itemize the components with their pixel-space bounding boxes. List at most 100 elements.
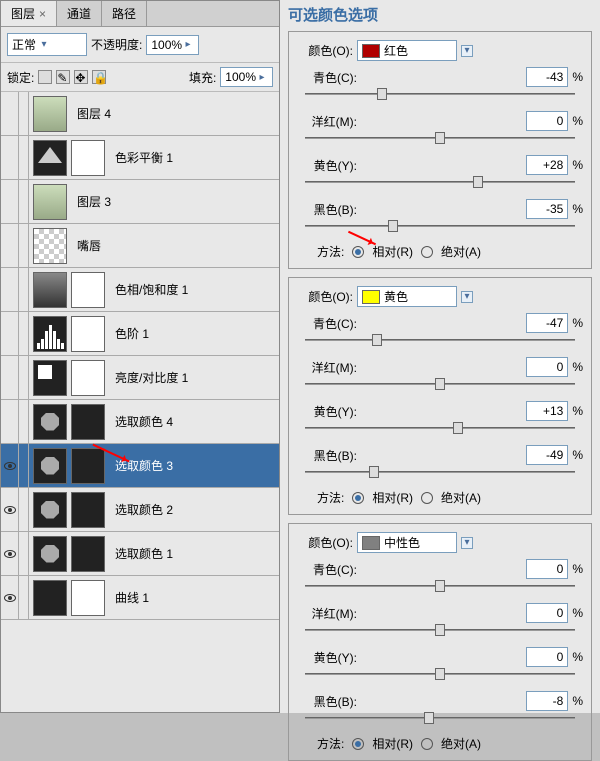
cyan-value-input[interactable] <box>526 67 568 87</box>
black-value-input[interactable] <box>526 445 568 465</box>
opacity-input[interactable]: 100%▸ <box>146 35 199 55</box>
lock-position-icon[interactable]: ✥ <box>74 70 88 84</box>
close-icon[interactable]: × <box>39 7 46 21</box>
layer-thumb[interactable] <box>33 96 67 132</box>
layer-name[interactable]: 图层 4 <box>71 105 111 122</box>
layer-thumb[interactable] <box>33 404 67 440</box>
visibility-toggle[interactable] <box>1 576 19 620</box>
visibility-toggle[interactable] <box>1 92 19 136</box>
mask-thumb[interactable] <box>71 448 105 484</box>
magenta-slider[interactable] <box>305 131 575 145</box>
slider-handle[interactable] <box>435 132 445 144</box>
yellow-value-input[interactable] <box>526 647 568 667</box>
black-value-input[interactable] <box>526 691 568 711</box>
relative-radio[interactable] <box>352 492 364 504</box>
slider-handle[interactable] <box>435 624 445 636</box>
cyan-slider[interactable] <box>305 333 575 347</box>
mask-thumb[interactable] <box>71 404 105 440</box>
tab-layers[interactable]: 图层× <box>1 1 57 26</box>
blend-mode-select[interactable]: 正常 ▾ <box>7 33 87 56</box>
visibility-toggle[interactable] <box>1 532 19 576</box>
yellow-slider[interactable] <box>305 421 575 435</box>
color-dropdown[interactable]: 中性色 <box>357 532 457 553</box>
magenta-value-input[interactable] <box>526 357 568 377</box>
layer-row[interactable]: 图层 4 <box>1 92 279 136</box>
black-slider[interactable] <box>305 219 575 233</box>
lock-transparency-icon[interactable] <box>38 70 52 84</box>
visibility-toggle[interactable] <box>1 400 19 444</box>
layer-name[interactable]: 色阶 1 <box>109 325 149 342</box>
layer-thumb[interactable] <box>33 228 67 264</box>
cyan-value-input[interactable] <box>526 313 568 333</box>
layer-thumb[interactable] <box>33 272 67 308</box>
layer-name[interactable]: 色彩平衡 1 <box>109 149 173 166</box>
layer-name[interactable]: 图层 3 <box>71 193 111 210</box>
tab-channels[interactable]: 通道 <box>57 1 102 26</box>
mask-thumb[interactable] <box>71 316 105 352</box>
layer-row[interactable]: 曲线 1 <box>1 576 279 620</box>
magenta-slider[interactable] <box>305 623 575 637</box>
layer-name[interactable]: 选取颜色 4 <box>109 413 173 430</box>
yellow-slider[interactable] <box>305 175 575 189</box>
yellow-slider[interactable] <box>305 667 575 681</box>
color-dropdown[interactable]: 红色 <box>357 40 457 61</box>
fill-input[interactable]: 100%▸ <box>220 67 273 87</box>
layer-name[interactable]: 选取颜色 2 <box>109 501 173 518</box>
layer-thumb[interactable] <box>33 360 67 396</box>
layer-name[interactable]: 亮度/对比度 1 <box>109 369 188 386</box>
absolute-radio[interactable] <box>421 246 433 258</box>
layer-row[interactable]: 选取颜色 1 <box>1 532 279 576</box>
magenta-value-input[interactable] <box>526 111 568 131</box>
yellow-value-input[interactable] <box>526 155 568 175</box>
black-slider[interactable] <box>305 465 575 479</box>
mask-thumb[interactable] <box>71 272 105 308</box>
layer-thumb[interactable] <box>33 316 67 352</box>
layer-thumb[interactable] <box>33 492 67 528</box>
layer-name[interactable]: 曲线 1 <box>109 589 149 606</box>
black-value-input[interactable] <box>526 199 568 219</box>
visibility-toggle[interactable] <box>1 268 19 312</box>
slider-handle[interactable] <box>372 334 382 346</box>
black-slider[interactable] <box>305 711 575 725</box>
slider-handle[interactable] <box>435 378 445 390</box>
layer-row[interactable]: 选取颜色 2 <box>1 488 279 532</box>
visibility-toggle[interactable] <box>1 224 19 268</box>
cyan-slider[interactable] <box>305 579 575 593</box>
lock-all-icon[interactable]: 🔒 <box>92 70 106 84</box>
absolute-radio[interactable] <box>421 492 433 504</box>
layer-name[interactable]: 嘴唇 <box>71 237 101 254</box>
layer-row[interactable]: 色相/饱和度 1 <box>1 268 279 312</box>
layer-row[interactable]: 选取颜色 3 <box>1 444 279 488</box>
visibility-toggle[interactable] <box>1 180 19 224</box>
layer-row[interactable]: 嘴唇 <box>1 224 279 268</box>
visibility-toggle[interactable] <box>1 444 19 488</box>
layer-thumb[interactable] <box>33 536 67 572</box>
mask-thumb[interactable] <box>71 360 105 396</box>
chevron-down-icon[interactable]: ▾ <box>461 291 473 303</box>
slider-handle[interactable] <box>377 88 387 100</box>
layer-name[interactable]: 选取颜色 1 <box>109 545 173 562</box>
relative-radio[interactable] <box>352 738 364 750</box>
lock-image-icon[interactable]: ✎ <box>56 70 70 84</box>
slider-handle[interactable] <box>369 466 379 478</box>
cyan-value-input[interactable] <box>526 559 568 579</box>
mask-thumb[interactable] <box>71 580 105 616</box>
mask-thumb[interactable] <box>71 140 105 176</box>
visibility-toggle[interactable] <box>1 136 19 180</box>
layer-name[interactable]: 色相/饱和度 1 <box>109 281 188 298</box>
visibility-toggle[interactable] <box>1 312 19 356</box>
layer-thumb[interactable] <box>33 448 67 484</box>
tab-paths[interactable]: 路径 <box>102 1 147 26</box>
layer-row[interactable]: 色阶 1 <box>1 312 279 356</box>
layer-thumb[interactable] <box>33 580 67 616</box>
slider-handle[interactable] <box>453 422 463 434</box>
chevron-down-icon[interactable]: ▾ <box>461 45 473 57</box>
layer-name[interactable]: 选取颜色 3 <box>109 457 173 474</box>
layer-row[interactable]: 色彩平衡 1 <box>1 136 279 180</box>
layer-thumb[interactable] <box>33 140 67 176</box>
mask-thumb[interactable] <box>71 492 105 528</box>
visibility-toggle[interactable] <box>1 356 19 400</box>
visibility-toggle[interactable] <box>1 488 19 532</box>
slider-handle[interactable] <box>435 580 445 592</box>
layer-thumb[interactable] <box>33 184 67 220</box>
